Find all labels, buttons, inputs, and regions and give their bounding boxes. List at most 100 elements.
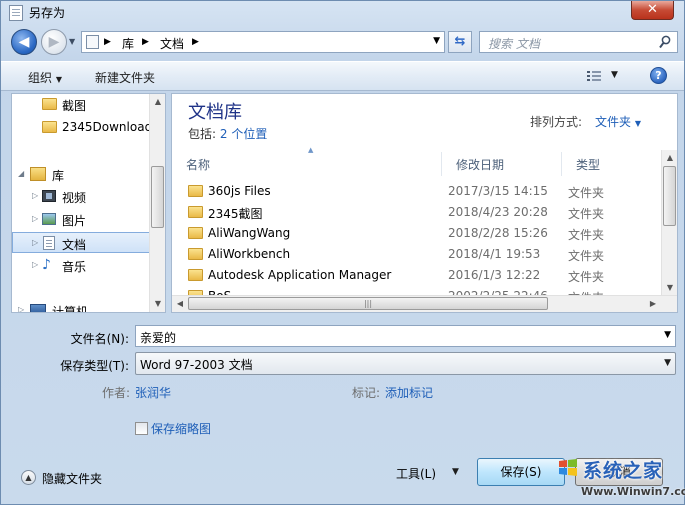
sidebar-item-music[interactable]: ▷ ♪ 音乐 [12,255,150,276]
expand-arrow-icon[interactable]: ▷ [32,238,38,247]
file-list-pane: 文档库 包括: 2 个位置 排列方式: 文件夹 ▼ ▲ 名称 修改日期 类型 3… [171,93,678,313]
column-header-type[interactable]: 类型 [562,152,662,176]
file-type: 文件夹 [568,207,605,221]
search-icon[interactable] [659,35,671,49]
file-list-vertical-scrollbar[interactable]: ▲ ▼ [661,150,677,296]
sidebar-item-videos[interactable]: ▷ 视频 [12,186,150,207]
arrange-by-dropdown[interactable]: 文件夹 ▼ [595,113,641,130]
tools-dropdown-icon[interactable]: ▼ [452,467,459,477]
sidebar-item-label: 图片 [62,214,87,228]
tags-field[interactable]: 添加标记 [385,384,433,401]
filetype-value: Word 97-2003 文档 [140,358,253,372]
breadcrumb-separator-icon[interactable]: ▶ [104,37,111,47]
sidebar-item-screenshots[interactable]: 截图 [12,94,150,115]
filename-field[interactable]: 亲爱的 ▼ [135,325,676,347]
hide-folders-chevron-icon[interactable]: ▲ [21,470,36,485]
filename-value: 亲爱的 [140,331,177,345]
folder-icon [188,206,203,218]
tools-menu[interactable]: 工具(L) [396,465,436,482]
library-icon [30,167,46,181]
sidebar-item-libraries[interactable]: ◢ 库 [12,164,150,185]
save-button[interactable]: 保存(S) [477,458,565,486]
file-type: 文件夹 [568,186,605,200]
computer-icon [30,304,46,312]
file-list-horizontal-scrollbar[interactable]: ◀ ||| ▶ [172,295,677,312]
save-thumbnail-label[interactable]: 保存缩略图 [151,420,211,437]
navigation-bar: ◀ ▶ ▼ ▶ 库 ▶ 文档 ▶ ▼ ⇆ 搜索 文档 [1,27,684,57]
sidebar-item-label: 文档 [62,238,87,252]
sidebar-item-label: 2345Downloads [62,120,159,134]
file-row[interactable]: 2345截图 2018/4/23 20:28 文件夹 [172,202,662,223]
close-button[interactable]: ✕ [631,1,674,20]
navigation-scrollbar[interactable]: ▲ ▼ [149,94,165,312]
scroll-up-icon[interactable]: ▲ [662,150,677,166]
file-row[interactable]: AliWorkbench 2018/4/1 19:53 文件夹 [172,244,662,265]
change-view-icon[interactable] [587,71,601,82]
recent-pages-dropdown-icon[interactable]: ▼ [69,37,75,46]
refresh-button[interactable]: ⇆ [448,31,472,53]
expand-arrow-icon[interactable]: ▷ [32,191,38,200]
video-icon [42,190,56,202]
folder-icon [42,121,57,133]
file-row[interactable]: Autodesk Application Manager 2016/1/3 12… [172,265,662,286]
filename-dropdown-icon[interactable]: ▼ [664,330,671,340]
view-options-dropdown-icon[interactable]: ▼ [611,70,618,80]
file-name: 2345截图 [208,207,263,221]
documents-icon [43,236,55,250]
save-thumbnail-checkbox[interactable] [135,422,148,435]
sidebar-item-label: 音乐 [62,260,87,274]
scrollbar-thumb[interactable]: ||| [188,297,548,310]
back-button[interactable]: ◀ [11,29,37,55]
file-row[interactable]: 360js Files 2017/3/15 14:15 文件夹 [172,181,662,202]
address-bar[interactable]: ▶ 库 ▶ 文档 ▶ ▼ [81,31,445,53]
title-bar: 另存为 ✕ [1,1,684,25]
expand-arrow-icon[interactable]: ▷ [18,305,24,312]
collapse-arrow-icon[interactable]: ◢ [18,169,24,178]
file-row[interactable]: AliWangWang 2018/2/28 15:26 文件夹 [172,223,662,244]
scrollbar-thumb[interactable] [663,166,676,226]
scroll-right-icon[interactable]: ▶ [645,296,661,312]
sidebar-item-documents[interactable]: ▷ 文档 [12,232,150,253]
hide-folders-button[interactable]: 隐藏文件夹 [42,470,102,487]
music-icon: ♪ [42,257,51,273]
column-header-name[interactable]: 名称 [172,152,442,176]
watermark-url: Www.Winwin7.com [581,485,685,498]
address-dropdown-icon[interactable]: ▼ [433,36,440,46]
library-title: 文档库 [188,102,242,123]
command-bar: 组织 ▼ 新建文件夹 ▼ ? [1,61,684,91]
filetype-label: 保存类型(T): [60,359,129,373]
file-name: AliWangWang [208,226,291,240]
breadcrumb-documents[interactable]: 文档 [160,35,184,52]
locations-link[interactable]: 2 个位置 [220,127,267,141]
help-icon[interactable]: ? [650,67,667,84]
breadcrumb-separator-icon[interactable]: ▶ [192,37,199,47]
organize-menu[interactable]: 组织 ▼ [28,69,62,86]
expand-arrow-icon[interactable]: ▷ [32,214,38,223]
filetype-select[interactable]: Word 97-2003 文档 ▼ [135,352,676,375]
new-folder-button[interactable]: 新建文件夹 [95,69,155,86]
sidebar-item-pictures[interactable]: ▷ 图片 [12,209,150,230]
file-type: 文件夹 [568,270,605,284]
column-header-date[interactable]: 修改日期 [442,152,562,176]
scroll-down-icon[interactable]: ▼ [150,296,165,312]
expand-arrow-icon[interactable]: ▷ [32,260,38,269]
search-input[interactable]: 搜索 文档 [479,31,678,53]
app-document-icon [9,5,23,21]
arrange-by-label: 排列方式: [530,115,583,129]
author-field[interactable]: 张润华 [135,384,171,401]
scrollbar-thumb[interactable] [151,166,164,228]
scroll-down-icon[interactable]: ▼ [662,280,677,296]
filetype-dropdown-icon[interactable]: ▼ [664,358,671,368]
organize-dropdown-icon: ▼ [55,75,62,84]
includes-label: 包括: [188,127,217,141]
sidebar-item-computer[interactable]: ▷ 计算机 [12,300,150,312]
forward-button[interactable]: ▶ [41,29,67,55]
breadcrumb-library[interactable]: 库 [122,35,134,52]
scroll-up-icon[interactable]: ▲ [150,94,165,110]
sidebar-item-2345downloads[interactable]: 2345Downloads [12,117,158,138]
pictures-icon [42,213,56,225]
file-type: 文件夹 [568,228,605,242]
breadcrumb-separator-icon[interactable]: ▶ [142,37,149,47]
library-includes: 包括: 2 个位置 [188,125,267,142]
scroll-left-icon[interactable]: ◀ [172,296,188,312]
